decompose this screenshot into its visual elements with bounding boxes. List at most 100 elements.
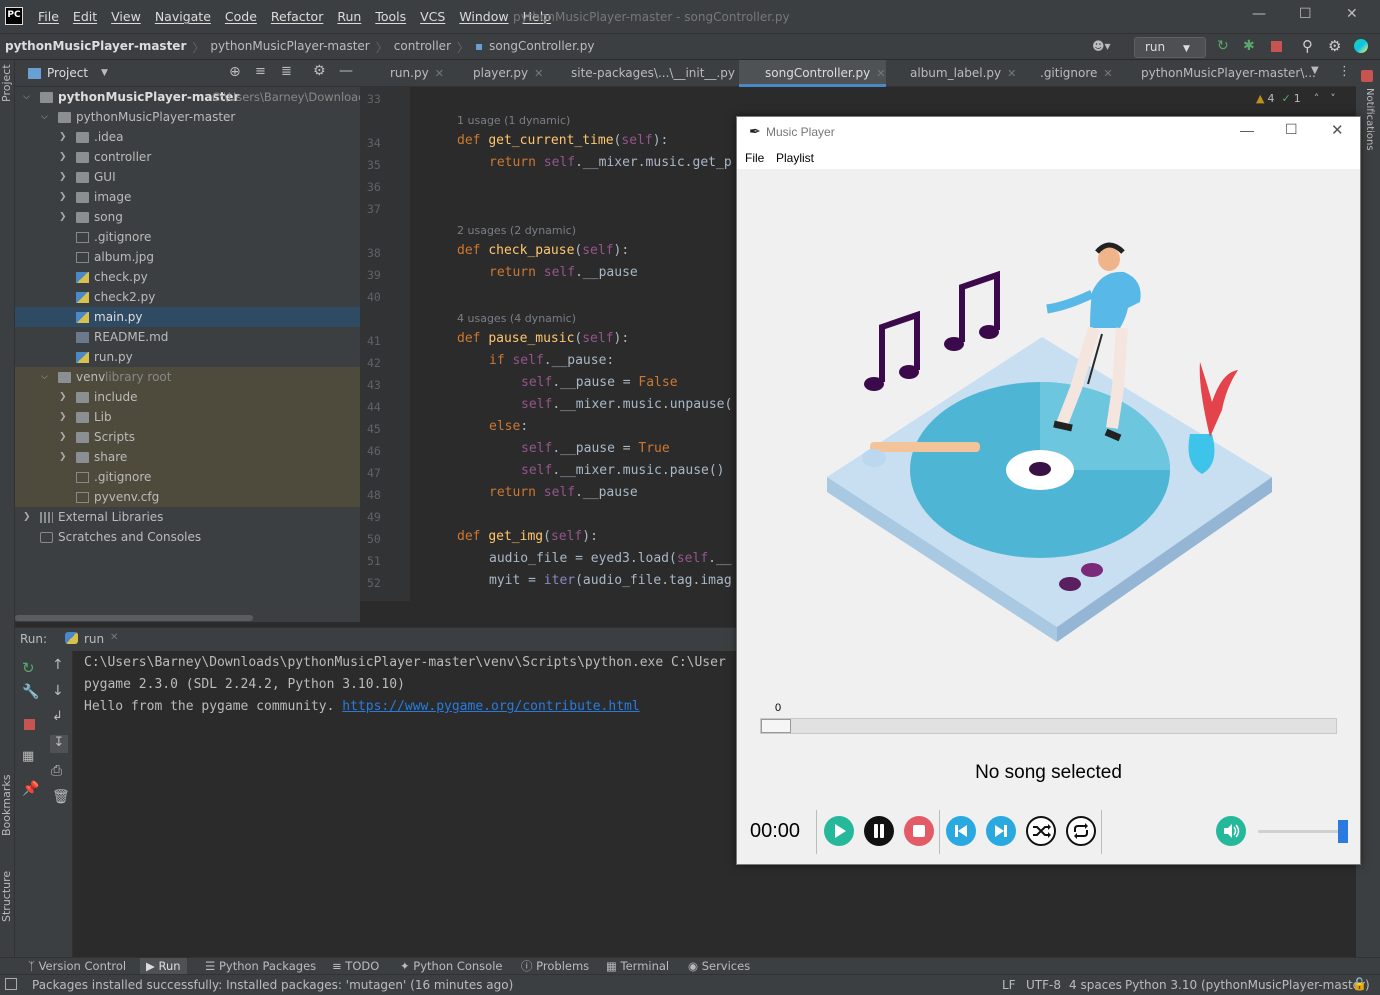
play-button[interactable] — [824, 816, 854, 846]
tool-problems[interactable]: ⓘ Problems — [521, 958, 589, 974]
menu-refactor[interactable]: Refactor — [271, 9, 323, 24]
wrench-icon[interactable]: 🔧 — [22, 684, 39, 700]
stop-icon[interactable] — [1271, 41, 1282, 52]
run-config-select[interactable]: run ▼ — [1134, 37, 1206, 58]
tool-python-console[interactable]: ✦ Python Console — [400, 958, 502, 974]
user-icon[interactable]: ☻▾ — [1092, 39, 1111, 53]
tree-node[interactable]: .gitignore — [15, 227, 360, 247]
status-toggle-icon[interactable] — [5, 978, 17, 990]
layout-icon[interactable]: ▦ — [22, 749, 34, 764]
tab-songcontroller-py[interactable]: songController.py ✕ — [739, 60, 886, 87]
chevron-right-icon[interactable]: ❯ — [59, 167, 69, 187]
scrollbar-thumb[interactable] — [15, 615, 253, 621]
menu-playlist[interactable]: Playlist — [776, 151, 814, 165]
tree-node[interactable]: ❯ External Libraries — [15, 507, 360, 527]
search-icon[interactable]: ⚲ — [1302, 37, 1313, 55]
close-icon[interactable]: ✕ — [1346, 6, 1358, 22]
code-editor[interactable]: 1 usage (1 dynamic) def get_current_time… — [410, 87, 740, 601]
tool-version-control[interactable]: ᛉ Version Control — [28, 958, 126, 974]
close-icon[interactable]: ✕ — [435, 67, 444, 80]
tool-run[interactable]: ▶ Run — [140, 958, 187, 974]
close-icon[interactable]: ✕ — [1103, 67, 1112, 80]
stop-button[interactable] — [904, 816, 934, 846]
inspection-widget[interactable]: ▲ 4 ✓ 1 ˄ ˅ — [1256, 92, 1336, 105]
menu-tools[interactable]: Tools — [375, 9, 406, 24]
usage-hint[interactable]: 1 usage (1 dynamic) — [457, 114, 570, 127]
tree-node[interactable]: ❯ Scripts — [15, 427, 360, 447]
pause-button[interactable] — [864, 816, 894, 846]
usage-hint[interactable]: 4 usages (4 dynamic) — [457, 312, 576, 325]
gear-icon[interactable]: ⚙ — [313, 63, 326, 79]
tree-node[interactable]: ❯ image — [15, 187, 360, 207]
tree-node[interactable]: ❯ include — [15, 387, 360, 407]
chevron-down-icon[interactable]: ⌵ — [41, 367, 51, 387]
tool-terminal[interactable]: ▦ Terminal — [606, 958, 669, 974]
horizontal-scrollbar[interactable] — [15, 614, 360, 622]
scroll-to-end-icon[interactable]: ↧ — [50, 735, 68, 753]
maximize-icon[interactable]: ☐ — [1299, 6, 1312, 22]
progress-slider[interactable] — [760, 718, 1337, 734]
chevron-down-icon[interactable]: ▼ — [1311, 65, 1319, 76]
run-tab-label[interactable]: run — [84, 632, 104, 646]
previous-button[interactable] — [946, 816, 976, 846]
chevron-down-icon[interactable]: ⌵ — [23, 87, 33, 107]
chevron-right-icon[interactable]: ❯ — [59, 187, 69, 207]
close-icon[interactable]: ✕ — [534, 67, 543, 80]
breadcrumb-folder[interactable]: pythonMusicPlayer-master — [210, 39, 369, 56]
menu-file[interactable]: File — [745, 151, 764, 165]
more-icon[interactable]: ⋮ — [1338, 64, 1351, 79]
close-icon[interactable]: ✕ — [1331, 121, 1344, 139]
tree-node[interactable]: album.jpg — [15, 247, 360, 267]
tree-node-root[interactable]: ⌵ pythonMusicPlayer-master C:\Users\Barn… — [15, 87, 372, 107]
menu-window[interactable]: Window — [459, 9, 508, 24]
breadcrumb-controller[interactable]: controller — [394, 39, 451, 56]
chevron-right-icon[interactable]: ❯ — [23, 507, 33, 527]
tree-node[interactable]: check2.py — [15, 287, 360, 307]
print-icon[interactable]: ⎙ — [51, 763, 62, 779]
structure-tool-tab[interactable]: Structure — [0, 871, 13, 922]
tree-node[interactable]: ⌵ venv library root — [15, 367, 360, 387]
indent-setting[interactable]: 4 spaces — [1069, 978, 1122, 992]
menu-file[interactable]: File — [38, 9, 59, 24]
chevron-right-icon[interactable]: ❯ — [59, 447, 69, 467]
shuffle-button[interactable] — [1026, 816, 1056, 846]
tab-album-label-py[interactable]: album_label.py ✕ — [884, 60, 1016, 87]
chevron-right-icon[interactable]: ❯ — [59, 127, 69, 147]
chevron-down-icon[interactable]: ˅ — [1330, 92, 1336, 105]
slider-handle[interactable] — [761, 719, 791, 733]
tree-node[interactable]: .gitignore — [15, 467, 360, 487]
settings-icon[interactable]: ⚙ — [1328, 37, 1341, 55]
tree-node-selected[interactable]: main.py — [15, 307, 360, 327]
tree-node[interactable]: run.py — [15, 347, 360, 367]
lock-icon[interactable]: 🔓 — [1352, 977, 1367, 991]
menu-edit[interactable]: Edit — [73, 9, 97, 24]
breadcrumb-project[interactable]: pythonMusicPlayer-master — [5, 39, 186, 56]
chevron-right-icon[interactable]: ❯ — [59, 427, 69, 447]
locate-icon[interactable]: ⊕ — [229, 64, 241, 80]
tree-node[interactable]: ❯ Lib — [15, 407, 360, 427]
console-link[interactable]: https://www.pygame.org/contribute.html — [342, 699, 639, 714]
chevron-right-icon[interactable]: ❯ — [59, 407, 69, 427]
rerun-icon[interactable]: ↻ — [1217, 38, 1229, 54]
tree-node[interactable]: ❯ song — [15, 207, 360, 227]
arrow-down-icon[interactable]: ↓ — [52, 683, 64, 699]
tree-node[interactable]: ❯ controller — [15, 147, 360, 167]
notification-icon[interactable] — [1361, 70, 1373, 82]
expand-all-icon[interactable]: ≡ — [255, 64, 266, 79]
menu-view[interactable]: View — [111, 9, 141, 24]
notifications-tool-tab[interactable]: Notifications — [1364, 88, 1375, 151]
tool-python-packages[interactable]: ☰ Python Packages — [205, 958, 316, 974]
status-message[interactable]: Packages installed successfully: Install… — [32, 978, 513, 992]
trash-icon[interactable]: 🗑 — [52, 789, 70, 805]
tree-node[interactable]: README.md — [15, 327, 360, 347]
volume-handle[interactable] — [1338, 820, 1348, 843]
close-icon[interactable]: ✕ — [110, 632, 118, 643]
rerun-icon[interactable]: ↻ — [22, 659, 35, 677]
chevron-down-icon[interactable]: ⌵ — [41, 107, 51, 127]
chevron-right-icon[interactable]: ❯ — [59, 387, 69, 407]
tab-init-py[interactable]: site-packages\...\__init__.py✕ — [545, 60, 750, 87]
tree-node[interactable]: ❯ .idea — [15, 127, 360, 147]
pin-icon[interactable]: 📌 — [22, 781, 39, 797]
arrow-up-icon[interactable]: ↑ — [52, 657, 64, 673]
tree-node[interactable]: ⌵ pythonMusicPlayer-master — [15, 107, 360, 127]
